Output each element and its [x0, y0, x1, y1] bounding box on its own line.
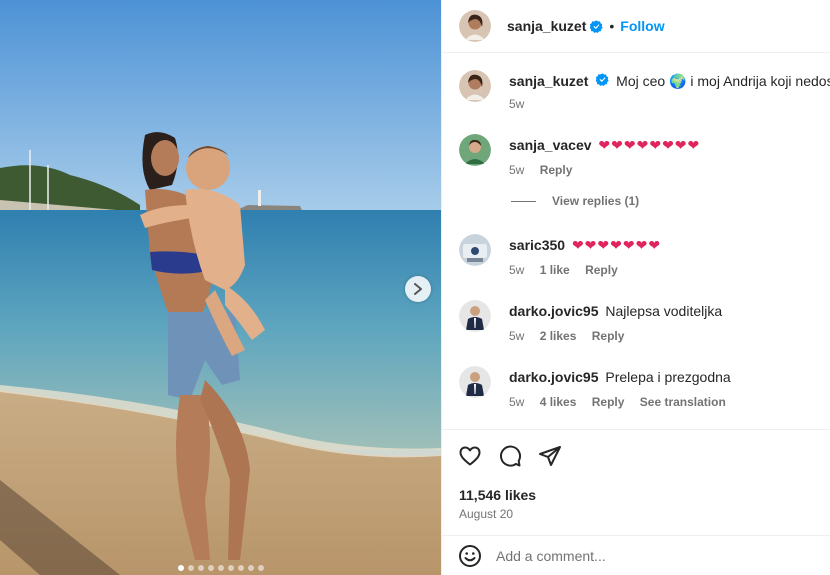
comment-time: 5w [509, 163, 525, 177]
comment-username[interactable]: darko.jovic95 [509, 369, 599, 385]
commenter-avatar[interactable] [459, 234, 491, 266]
comment-username[interactable]: darko.jovic95 [509, 303, 599, 319]
post-photo[interactable] [0, 0, 441, 575]
commenter-avatar[interactable] [459, 300, 491, 332]
carousel-dot [197, 565, 204, 571]
reply-button[interactable]: Reply [592, 329, 625, 343]
author-username[interactable]: sanja_kuzet [507, 18, 586, 34]
comment-username[interactable]: saric350 [509, 237, 565, 253]
comment-text: Prelepa i prezgodna [605, 369, 731, 385]
comment-time: 5w [509, 395, 525, 409]
comment-text: ❤❤❤❤❤❤❤ [571, 237, 662, 253]
follow-button[interactable]: Follow [620, 18, 664, 34]
comment-text: ❤❤❤❤❤❤❤❤ [598, 137, 701, 153]
reply-button[interactable]: Reply [585, 263, 618, 277]
comment-likes[interactable]: 4 likes [540, 395, 577, 409]
likes-count[interactable]: 11,546 likes [459, 487, 536, 503]
carousel-dot [187, 565, 194, 571]
carousel-dot [227, 565, 234, 571]
caption-text: Moj ceo 🌍 i moj Andrija koji nedostaje [616, 73, 830, 89]
comment-likes[interactable]: 1 like [540, 263, 570, 277]
caption-username[interactable]: sanja_kuzet [509, 73, 588, 89]
post-details-panel: sanja_kuzet • Follow sanja_kuzet Moj ceo… [441, 0, 830, 575]
reply-button[interactable]: Reply [540, 163, 573, 177]
commenter-avatar[interactable] [459, 134, 491, 166]
comment-icon[interactable] [498, 444, 522, 468]
emoji-icon[interactable] [458, 544, 482, 568]
carousel-dot [247, 565, 254, 571]
carousel-dots [0, 565, 441, 571]
carousel-dot [237, 565, 244, 571]
comment-text: Najlepsa voditeljka [605, 303, 723, 319]
carousel-dot [207, 565, 214, 571]
comment-time: 5w [509, 329, 525, 343]
comment-time: 5w [509, 263, 525, 277]
comment-username[interactable]: sanja_vacev [509, 137, 592, 153]
verified-badge-icon [590, 19, 604, 33]
comment-input[interactable] [496, 547, 796, 564]
heart-icon[interactable] [458, 444, 482, 468]
add-comment-bar [442, 535, 830, 575]
caption-time: 5w [509, 97, 525, 111]
author-avatar[interactable] [459, 70, 491, 102]
separator-dot: • [609, 18, 615, 34]
post-date: August 20 [459, 507, 514, 521]
comments-list[interactable]: sanja_kuzet Moj ceo 🌍 i moj Andrija koji… [442, 54, 830, 428]
verified-badge-icon [596, 73, 609, 86]
view-replies-label: View replies (1) [552, 194, 640, 208]
replies-divider [511, 200, 536, 202]
post-actions: 11,546 likes August 20 [442, 429, 830, 535]
view-replies-button[interactable]: View replies (1) [511, 194, 639, 208]
comment-likes[interactable]: 2 likes [540, 329, 577, 343]
reply-button[interactable]: Reply [592, 395, 625, 409]
chevron-right-icon [414, 283, 422, 295]
beach-photo [0, 0, 441, 575]
see-translation-button[interactable]: See translation [640, 395, 726, 409]
next-photo-button[interactable] [405, 276, 431, 302]
post-header: sanja_kuzet • Follow [442, 0, 830, 53]
share-icon[interactable] [538, 444, 562, 468]
carousel-dot [257, 565, 264, 571]
carousel-dot [177, 565, 184, 571]
commenter-avatar[interactable] [459, 366, 491, 398]
carousel-dot [217, 565, 224, 571]
author-avatar[interactable] [459, 10, 491, 42]
